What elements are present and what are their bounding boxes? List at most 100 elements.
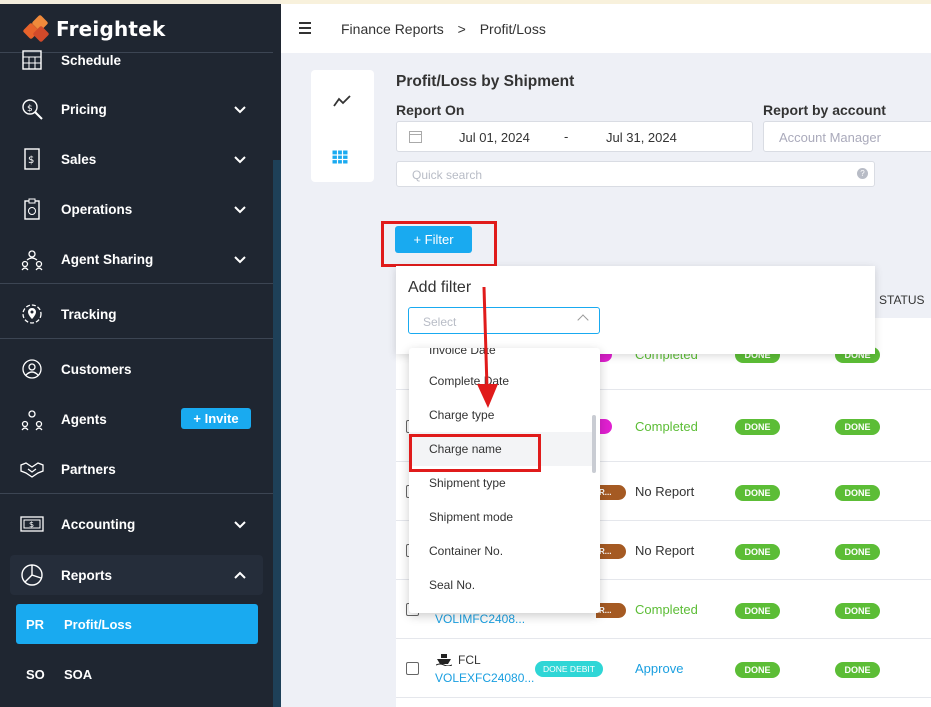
sidebar-item-operations[interactable]: Operations (0, 189, 273, 229)
sidebar-item-accounting[interactable]: $ Accounting (0, 504, 273, 544)
option-label: Complete Date (429, 374, 510, 388)
row-status[interactable]: Approve (635, 661, 683, 676)
breadcrumb-separator: > (457, 21, 466, 37)
money-icon: $ (20, 512, 44, 536)
date-range-input[interactable]: Jul 01, 2024 - Jul 31, 2024 (396, 121, 753, 152)
option-charge-type[interactable]: Charge type (409, 398, 592, 432)
type-badge: R... (596, 544, 626, 559)
date-separator: - (564, 129, 569, 144)
agents-icon (20, 407, 44, 431)
divider (0, 338, 273, 339)
sidebar-subitem-profit-loss[interactable]: PR Profit/Loss (16, 604, 258, 644)
option-shipment-mode[interactable]: Shipment mode (409, 500, 592, 534)
sidebar-item-reports[interactable]: Reports (10, 555, 263, 595)
help-icon: ? (857, 168, 868, 179)
sidebar-item-label: Reports (61, 567, 113, 583)
sidebar-item-label: Schedule (61, 52, 122, 68)
calendar-icon (409, 131, 422, 143)
shipment-number[interactable]: VOLEXFC24080... (435, 671, 534, 685)
pie-chart-icon (20, 563, 44, 587)
type-badge: R... (596, 485, 626, 500)
sidebar-item-tracking[interactable]: Tracking (0, 294, 273, 334)
invite-button[interactable]: + Invite (181, 408, 251, 429)
sidebar-item-label: Customers (61, 361, 132, 377)
sidebar-item-schedule[interactable]: Schedule (0, 40, 273, 80)
sidebar: Freightek Schedule $ Pricing $ Sales Ope… (0, 0, 281, 707)
option-complete-date[interactable]: Complete Date (409, 364, 592, 398)
sidebar-scrollbar[interactable] (273, 160, 281, 707)
location-icon (20, 302, 44, 326)
filter-options-dropdown: Invoice Date Complete Date Charge type C… (409, 348, 600, 613)
row-status: Completed (635, 419, 698, 434)
select-placeholder: Select (423, 315, 457, 329)
option-label: Seal No. (429, 578, 476, 592)
sidebar-item-customers[interactable]: Customers (0, 349, 273, 389)
filter-select[interactable]: Select (408, 307, 600, 334)
price-search-icon: $ (20, 97, 44, 121)
chevron-up-icon (234, 571, 246, 579)
top-bar: Finance Reports > Profit/Loss (281, 0, 931, 53)
calendar-icon (20, 48, 44, 72)
option-label: Shipment mode (429, 510, 514, 524)
menu-icon[interactable] (299, 22, 311, 34)
option-label: Invoice Date (429, 348, 496, 357)
option-label: Shipment type (429, 476, 506, 490)
subitem-abbr: SO (26, 666, 45, 682)
account-manager-select[interactable]: Account Manager (763, 121, 931, 152)
breadcrumb-current: Profit/Loss (479, 21, 546, 37)
date-from[interactable]: Jul 01, 2024 (459, 130, 530, 145)
subitem-abbr: PR (26, 616, 45, 632)
sidebar-item-agent-sharing[interactable]: Agent Sharing (0, 239, 273, 279)
option-container-no[interactable]: Container No. (409, 534, 592, 568)
search-placeholder: Quick search (412, 168, 483, 182)
sidebar-item-partners[interactable]: Partners (0, 449, 273, 489)
people-network-icon (20, 247, 44, 271)
svg-text:$: $ (28, 155, 34, 166)
breadcrumb-section[interactable]: Finance Reports (341, 21, 444, 37)
status-badge: DONE (735, 662, 780, 678)
sidebar-subitem-soa[interactable]: SO SOA (16, 654, 258, 694)
chevron-down-icon (234, 206, 246, 214)
chevron-up-icon (577, 314, 589, 326)
account-placeholder: Account Manager (779, 130, 881, 145)
report-by-account-label: Report by account (763, 102, 886, 118)
highlight-box-filter (381, 221, 497, 267)
line-chart-icon[interactable] (333, 94, 351, 108)
option-seal-no[interactable]: Seal No. (409, 568, 592, 602)
chevron-down-icon (234, 521, 246, 529)
status-badge: DONE (735, 544, 780, 560)
subitem-label: Profit/Loss (64, 616, 132, 632)
row-status: Completed (635, 602, 698, 617)
chevron-down-icon (234, 156, 246, 164)
subitem-label: SOA (64, 666, 93, 682)
option-label: Container No. (429, 544, 504, 558)
status-badge: DONE (735, 419, 780, 435)
status-badge: DONE (835, 544, 880, 560)
table-icon[interactable] (332, 150, 348, 164)
clipboard-icon (20, 197, 44, 221)
quick-search-input[interactable]: Quick search ? (396, 161, 875, 187)
row-status: No Report (635, 543, 695, 558)
report-on-label: Report On (396, 102, 465, 118)
column-header-status: STATUS (879, 293, 925, 307)
row-checkbox[interactable] (406, 662, 419, 675)
sidebar-item-sales[interactable]: $ Sales (0, 139, 273, 179)
dropdown-scrollbar[interactable] (592, 415, 596, 473)
sidebar-top-strip (0, 0, 281, 4)
status-badge: DONE (835, 662, 880, 678)
row-status: No Report (635, 484, 695, 499)
sidebar-item-label: Agents (61, 411, 107, 427)
shipment-number[interactable]: VOLIMFC2408... (435, 612, 525, 626)
date-to[interactable]: Jul 31, 2024 (606, 130, 677, 145)
breadcrumb: Finance Reports > Profit/Loss (341, 21, 556, 37)
view-switcher (311, 70, 374, 182)
row-divider (396, 638, 931, 639)
handshake-icon (20, 457, 44, 481)
status-badge: DONE (735, 485, 780, 501)
sidebar-item-pricing[interactable]: $ Pricing (0, 89, 273, 129)
customer-icon (20, 357, 44, 381)
row-divider (396, 697, 931, 698)
status-badge: DONE (835, 603, 880, 619)
sidebar-item-label: Tracking (61, 306, 117, 322)
sidebar-item-label: Pricing (61, 101, 107, 117)
